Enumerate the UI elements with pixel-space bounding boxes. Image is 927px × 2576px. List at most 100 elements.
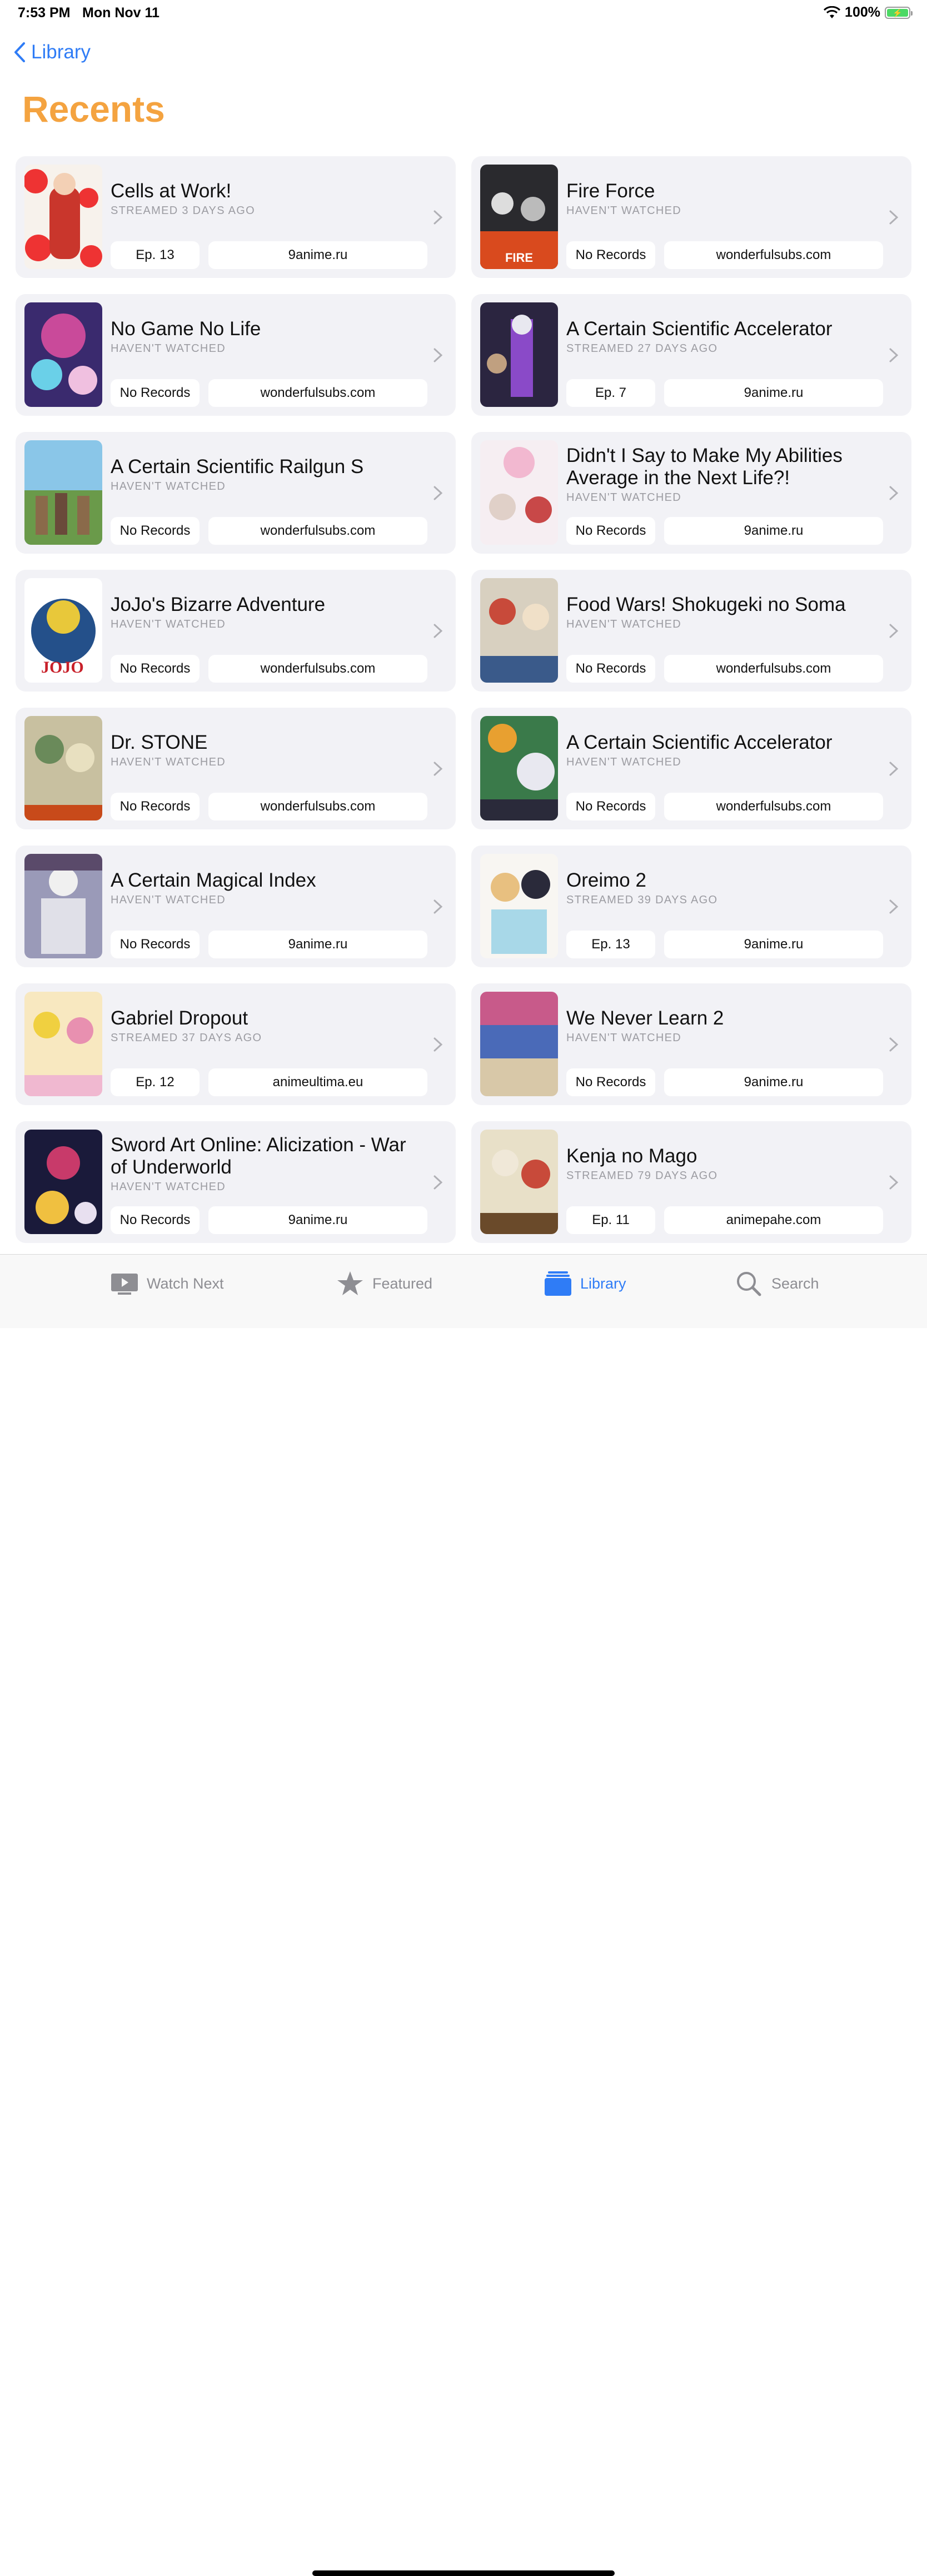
tab-label: Library [580, 1275, 626, 1292]
episode-button[interactable]: No Records [111, 1206, 200, 1234]
poster-image [480, 854, 558, 958]
episode-button[interactable]: Ep. 13 [566, 931, 655, 958]
episode-button[interactable]: No Records [566, 517, 655, 545]
card-title: A Certain Scientific Accelerator [566, 318, 833, 340]
source-button[interactable]: animeultima.eu [208, 1068, 427, 1096]
card-title: No Game No Life [111, 318, 261, 340]
card-status: HAVEN'T WATCHED [566, 756, 682, 768]
episode-button[interactable]: No Records [111, 517, 200, 545]
recent-card[interactable]: A Certain Magical Index HAVEN'T WATCHED N… [16, 846, 456, 967]
card-title: Gabriel Dropout [111, 1007, 248, 1029]
episode-button[interactable]: No Records [566, 1068, 655, 1096]
chevron-right-icon [889, 624, 899, 638]
poster-image [480, 440, 558, 545]
card-status: HAVEN'T WATCHED [111, 480, 226, 493]
back-button[interactable]: Library [13, 41, 91, 63]
recent-card[interactable]: FIRE Fire Force HAVEN'T WATCHED No Record… [471, 156, 911, 278]
card-status: HAVEN'T WATCHED [566, 205, 682, 217]
source-button[interactable]: 9anime.ru [664, 517, 883, 545]
svg-text:FIRE: FIRE [505, 251, 533, 265]
tab-featured[interactable]: Featured [336, 1255, 432, 1312]
poster-image: FIRE [480, 165, 558, 269]
episode-button[interactable]: No Records [566, 241, 655, 269]
recent-card[interactable]: We Never Learn 2 HAVEN'T WATCHED No Recor… [471, 983, 911, 1105]
tab-library[interactable]: Library [544, 1255, 626, 1312]
tab-watch-next[interactable]: Watch Next [110, 1255, 224, 1312]
card-title: A Certain Scientific Accelerator [566, 732, 833, 753]
source-button[interactable]: wonderfulsubs.com [664, 241, 883, 269]
play-screen-icon [111, 1274, 138, 1295]
status-indicators: 100% ⚡ [824, 4, 913, 21]
source-button[interactable]: wonderfulsubs.com [208, 517, 427, 545]
recent-card[interactable]: No Game No Life HAVEN'T WATCHED No Record… [16, 294, 456, 416]
card-status: HAVEN'T WATCHED [111, 756, 226, 768]
episode-button[interactable]: No Records [111, 379, 200, 407]
source-button[interactable]: wonderfulsubs.com [208, 793, 427, 820]
episode-button[interactable]: No Records [111, 931, 200, 958]
card-status: STREAMED 37 DAYS AGO [111, 1032, 262, 1044]
poster-image [24, 716, 102, 820]
card-status: HAVEN'T WATCHED [111, 894, 226, 906]
card-title: Fire Force [566, 180, 655, 202]
source-button[interactable]: 9anime.ru [208, 931, 427, 958]
card-title: A Certain Magical Index [111, 869, 316, 891]
recent-card[interactable]: A Certain Scientific Accelerator HAVEN'T … [471, 708, 911, 829]
episode-button[interactable]: No Records [566, 655, 655, 683]
card-title: Dr. STONE [111, 732, 208, 753]
svg-text:JOJO: JOJO [41, 658, 84, 677]
poster-image [24, 440, 102, 545]
card-status: HAVEN'T WATCHED [566, 491, 682, 504]
recent-card[interactable]: A Certain Scientific Accelerator STREAMED… [471, 294, 911, 416]
chevron-right-icon [889, 486, 899, 500]
recent-card[interactable]: Food Wars! Shokugeki no Soma HAVEN'T WATC… [471, 570, 911, 692]
tab-bar: Watch Next Featured Library Search [0, 1254, 927, 2576]
chevron-right-icon [889, 210, 899, 225]
card-title: Cells at Work! [111, 180, 232, 202]
source-button[interactable]: wonderfulsubs.com [664, 793, 883, 820]
card-status: STREAMED 39 DAYS AGO [566, 894, 718, 906]
episode-button[interactable]: Ep. 7 [566, 379, 655, 407]
poster-image [480, 1130, 558, 1234]
source-button[interactable]: 9anime.ru [664, 1068, 883, 1096]
chevron-right-icon [889, 1175, 899, 1190]
recent-card[interactable]: Gabriel Dropout STREAMED 37 DAYS AGO Ep. … [16, 983, 456, 1105]
card-status: STREAMED 27 DAYS AGO [566, 342, 718, 355]
source-button[interactable]: 9anime.ru [208, 1206, 427, 1234]
episode-button[interactable]: Ep. 11 [566, 1206, 655, 1234]
chevron-right-icon [433, 1037, 443, 1052]
poster-image [24, 854, 102, 958]
home-indicator [312, 2570, 615, 2576]
recent-card[interactable]: JOJO JoJo's Bizarre Adventure HAVEN'T WAT… [16, 570, 456, 692]
source-button[interactable]: wonderfulsubs.com [664, 655, 883, 683]
recent-card[interactable]: Sword Art Online: Alicization - War of U… [16, 1121, 456, 1243]
poster-image [480, 578, 558, 683]
source-button[interactable]: 9anime.ru [208, 241, 427, 269]
poster-image [480, 992, 558, 1096]
recent-card[interactable]: Didn't I Say to Make My Abilities Averag… [471, 432, 911, 554]
recent-card[interactable]: Kenja no Mago STREAMED 79 DAYS AGO Ep. 11… [471, 1121, 911, 1243]
card-status: HAVEN'T WATCHED [111, 1181, 226, 1193]
poster-image [24, 302, 102, 407]
episode-button[interactable]: No Records [111, 655, 200, 683]
chevron-right-icon [433, 348, 443, 362]
episode-button[interactable]: No Records [111, 793, 200, 820]
source-button[interactable]: wonderfulsubs.com [208, 655, 427, 683]
card-title: JoJo's Bizarre Adventure [111, 594, 326, 615]
recent-card[interactable]: Oreimo 2 STREAMED 39 DAYS AGO Ep. 13 9ani… [471, 846, 911, 967]
chevron-right-icon [433, 899, 443, 914]
card-title: Sword Art Online: Alicization - War of U… [111, 1134, 406, 1178]
recent-card[interactable]: Dr. STONE HAVEN'T WATCHED No Records wond… [16, 708, 456, 829]
episode-button[interactable]: Ep. 13 [111, 241, 200, 269]
poster-image [24, 1130, 102, 1234]
source-button[interactable]: wonderfulsubs.com [208, 379, 427, 407]
episode-button[interactable]: No Records [566, 793, 655, 820]
episode-button[interactable]: Ep. 12 [111, 1068, 200, 1096]
source-button[interactable]: 9anime.ru [664, 931, 883, 958]
recent-card[interactable]: A Certain Scientific Railgun S HAVEN'T WA… [16, 432, 456, 554]
source-button[interactable]: animepahe.com [664, 1206, 883, 1234]
source-button[interactable]: 9anime.ru [664, 379, 883, 407]
tab-search[interactable]: Search [735, 1255, 819, 1312]
recent-card[interactable]: Cells at Work! STREAMED 3 DAYS AGO Ep. 13… [16, 156, 456, 278]
card-status: HAVEN'T WATCHED [566, 618, 682, 630]
poster-image: JOJO [24, 578, 102, 683]
